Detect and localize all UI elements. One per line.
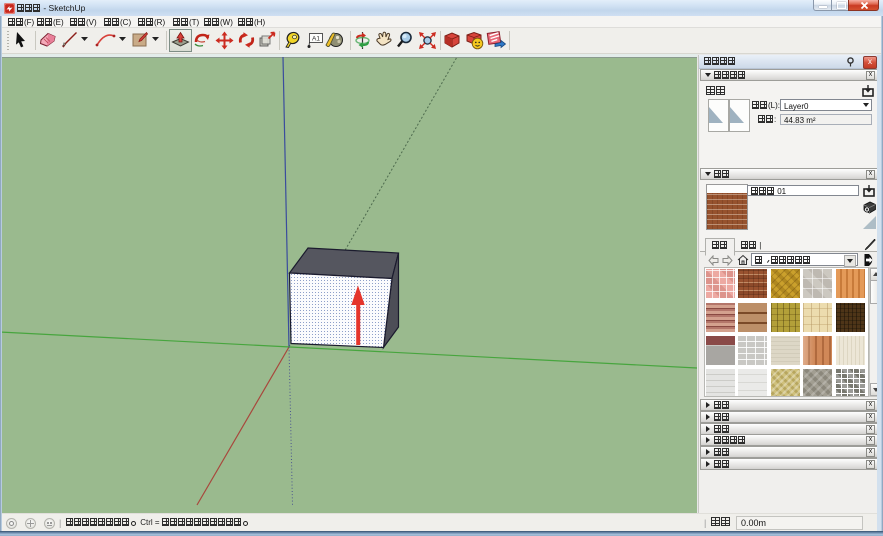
svg-text:A1: A1 [312, 36, 320, 43]
